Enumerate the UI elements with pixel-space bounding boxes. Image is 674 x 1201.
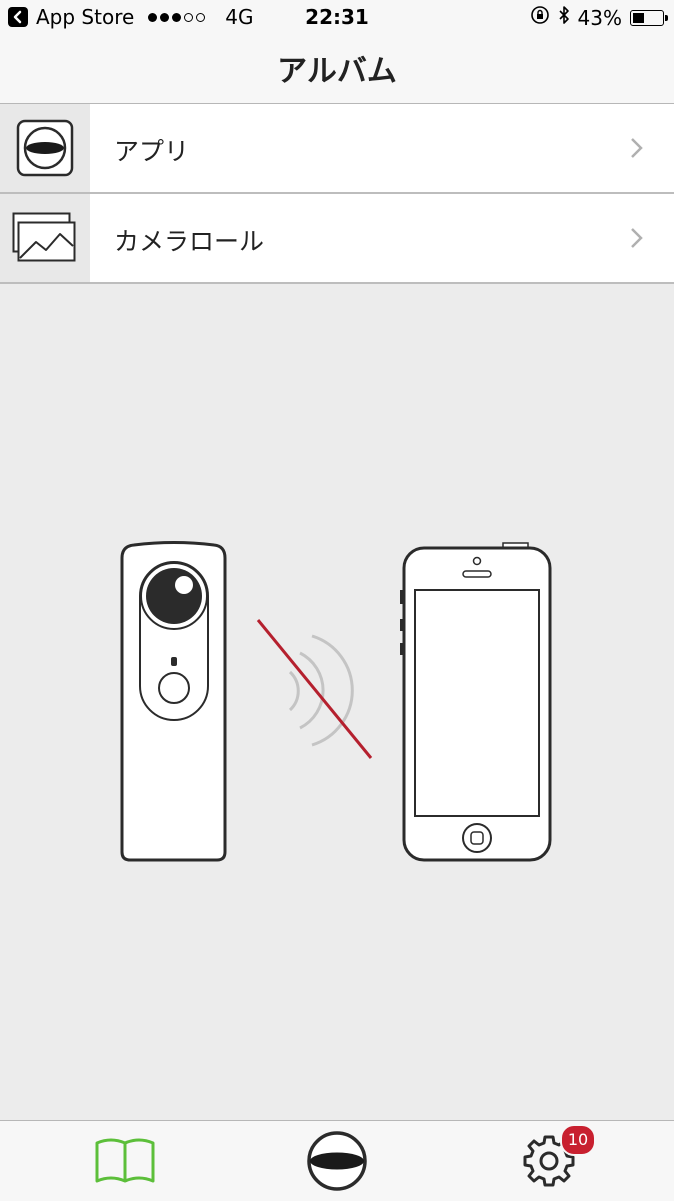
tab-guide[interactable] (60, 1121, 190, 1201)
battery-icon (630, 9, 668, 26)
chevron-right-icon (630, 137, 644, 163)
tab-camera[interactable] (272, 1121, 402, 1201)
status-right: 43% (530, 5, 668, 30)
status-bar: App Store 4G 22:31 43% (0, 0, 674, 36)
smartphone-illustration (400, 542, 552, 862)
settings-notification-badge: 10 (560, 1124, 596, 1156)
chevron-right-icon (630, 227, 644, 253)
photos-icon (0, 194, 90, 282)
orientation-lock-icon (530, 5, 550, 30)
disconnected-slash-icon (256, 619, 373, 759)
book-icon (95, 1138, 155, 1183)
list-item-camera-roll[interactable]: カメラロール (0, 194, 674, 284)
wifi-waves-icon (288, 634, 354, 747)
battery-percent: 43% (577, 5, 622, 30)
theta-app-icon (0, 104, 90, 192)
page-title: アルバム (277, 54, 397, 89)
list-item-app[interactable]: アプリ (0, 104, 674, 194)
navigation-bar: アルバム (0, 36, 674, 104)
theta-shutter-icon (307, 1131, 367, 1191)
bluetooth-icon (558, 5, 570, 30)
list-item-label: カメラロール (114, 227, 265, 256)
camera-illustration (120, 541, 227, 862)
list-item-label: アプリ (114, 137, 190, 166)
album-list: アプリ カメラロール (0, 104, 674, 284)
